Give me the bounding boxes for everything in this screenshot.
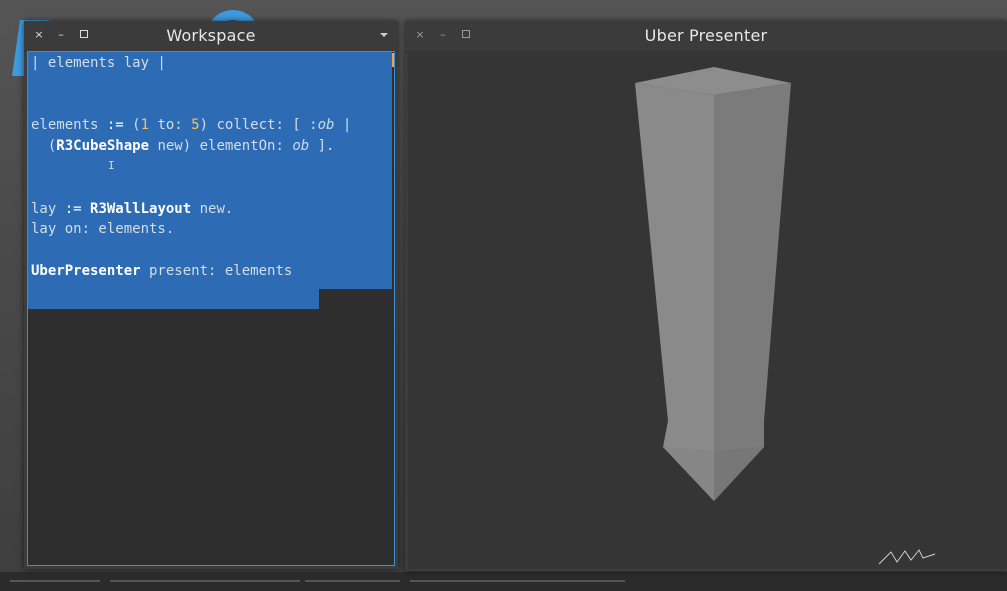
- editor-edge-marker: [392, 53, 394, 67]
- 3d-scene: [635, 67, 791, 501]
- code-token: present: elements: [140, 262, 293, 279]
- code-token: 1: [140, 117, 150, 134]
- code-editor[interactable]: | elements lay | elements := (1 to: 5) co…: [27, 51, 395, 566]
- code-token: |: [334, 117, 352, 134]
- box-base-left: [663, 447, 714, 501]
- code-token: new) elementOn:: [149, 138, 293, 155]
- code-token: (: [123, 117, 141, 134]
- code-token: new.: [191, 200, 234, 217]
- code-token: R3CubeShape: [56, 138, 150, 155]
- code-line[interactable]: [31, 178, 351, 199]
- code-token: UberPresenter: [31, 262, 141, 279]
- text-cursor-icon: I: [108, 159, 115, 172]
- code-text[interactable]: | elements lay | elements := (1 to: 5) co…: [31, 53, 351, 282]
- code-token: ].: [309, 138, 335, 155]
- box-base-right: [714, 447, 764, 501]
- code-token: to:: [149, 117, 192, 134]
- window-menu-icon[interactable]: [380, 33, 388, 37]
- code-token: lay: [31, 200, 65, 217]
- code-token: lay on: elements.: [31, 221, 175, 238]
- code-token: (: [31, 138, 57, 155]
- 3d-viewport[interactable]: [408, 51, 1007, 569]
- code-line[interactable]: (R3CubeShape new) elementOn: ob ].: [31, 136, 351, 157]
- workspace-title: Workspace: [166, 26, 256, 45]
- code-line[interactable]: lay on: elements.: [31, 219, 351, 240]
- box-left-face: [635, 83, 714, 501]
- selection-highlight-tail: [28, 289, 319, 309]
- code-token: elements: [31, 117, 107, 134]
- workspace-window[interactable]: × – Workspace | elements lay | elements :…: [24, 21, 398, 569]
- code-line[interactable]: UberPresenter present: elements: [31, 261, 351, 282]
- code-token: 5: [191, 117, 200, 134]
- code-token: :=: [106, 117, 124, 134]
- code-token: ob: [317, 117, 335, 134]
- presenter-titlebar[interactable]: × – Uber Presenter: [405, 21, 1007, 52]
- box-right-face: [714, 83, 791, 501]
- signature-scribble: [878, 549, 936, 565]
- code-token: R3WallLayout: [90, 200, 192, 217]
- code-line[interactable]: elements := (1 to: 5) collect: [ :ob |: [31, 115, 351, 136]
- code-line[interactable]: | elements lay |: [31, 53, 351, 74]
- workspace-titlebar[interactable]: × – Workspace: [24, 21, 398, 52]
- code-line[interactable]: [31, 74, 351, 95]
- code-token: ) collect: [ :: [199, 117, 318, 134]
- code-token: | elements lay |: [31, 55, 166, 71]
- code-line[interactable]: [31, 157, 351, 178]
- code-token: :=: [64, 200, 82, 217]
- code-token: ob: [292, 138, 310, 155]
- taskbar-strip: [0, 572, 1007, 591]
- presenter-title: Uber Presenter: [644, 26, 768, 45]
- code-line[interactable]: [31, 240, 351, 261]
- code-line[interactable]: [31, 95, 351, 116]
- uber-presenter-window[interactable]: × – Uber Presenter: [405, 21, 1007, 571]
- code-line[interactable]: lay := R3WallLayout new.: [31, 199, 351, 220]
